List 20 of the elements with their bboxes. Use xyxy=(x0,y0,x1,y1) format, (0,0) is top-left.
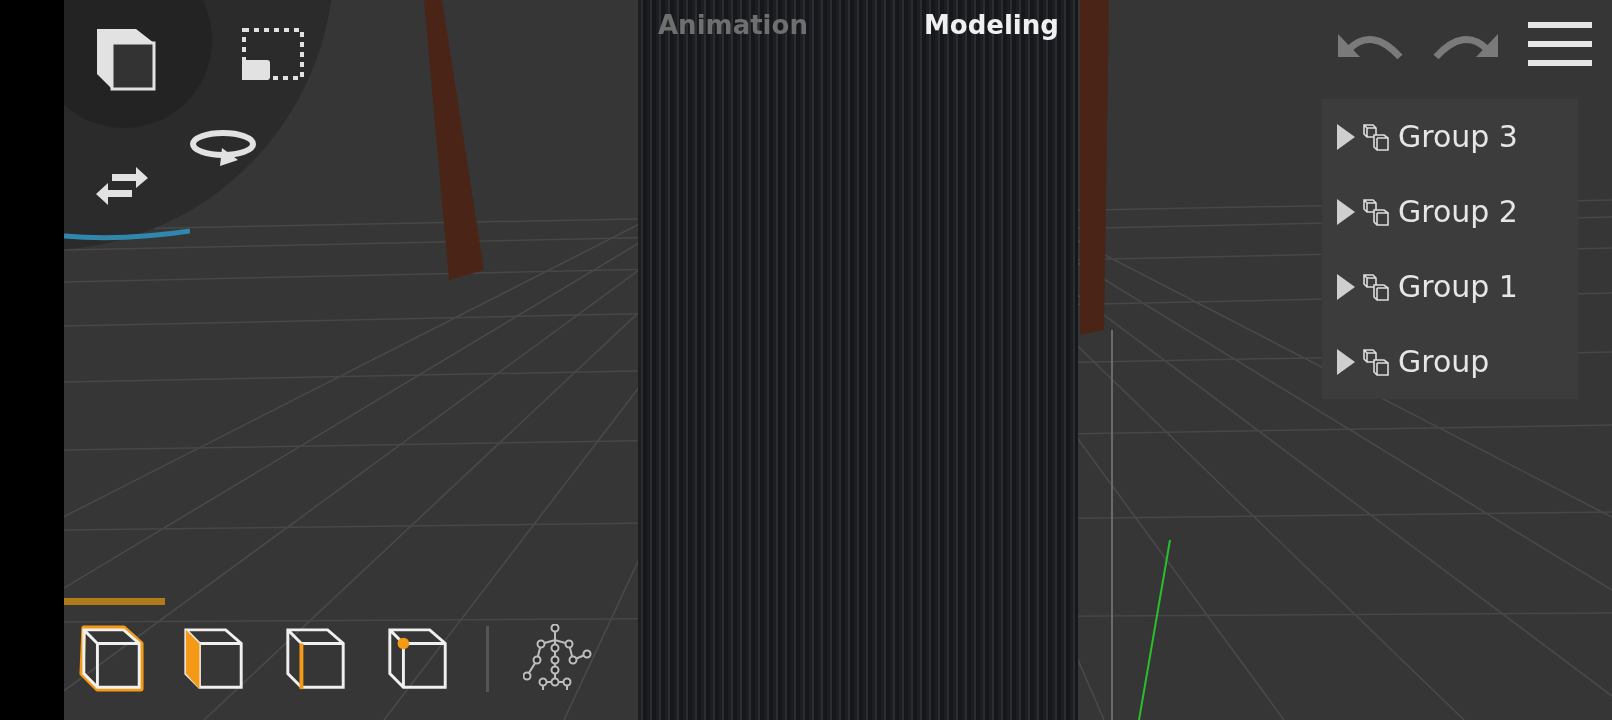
cubes-icon xyxy=(1362,271,1392,302)
expand-arrow-icon[interactable] xyxy=(1336,348,1356,375)
cube-icon[interactable] xyxy=(94,26,158,92)
outliner-item[interactable]: Group 1 xyxy=(1398,269,1518,304)
mode-tab[interactable]: Modeling xyxy=(895,10,1087,40)
cubes-icon xyxy=(1362,121,1392,152)
selection-mode-icon[interactable] xyxy=(78,625,146,693)
arc-indicator-icon xyxy=(64,228,190,242)
outliner-item[interactable]: Group 3 xyxy=(1398,119,1518,154)
cubes-icon xyxy=(1362,196,1392,227)
expand-arrow-icon[interactable] xyxy=(1336,123,1356,150)
menu-icon[interactable] xyxy=(1528,22,1592,68)
expand-arrow-icon[interactable] xyxy=(1336,198,1356,225)
outliner-item[interactable]: Group 2 xyxy=(1398,194,1518,229)
rotate-icon[interactable] xyxy=(188,128,258,168)
selection-box-icon[interactable] xyxy=(242,28,304,80)
swap-arrows-icon[interactable] xyxy=(94,164,150,208)
outliner-item[interactable]: Group xyxy=(1398,344,1490,379)
expand-arrow-icon[interactable] xyxy=(1336,273,1356,300)
cubes-icon xyxy=(1362,346,1392,377)
